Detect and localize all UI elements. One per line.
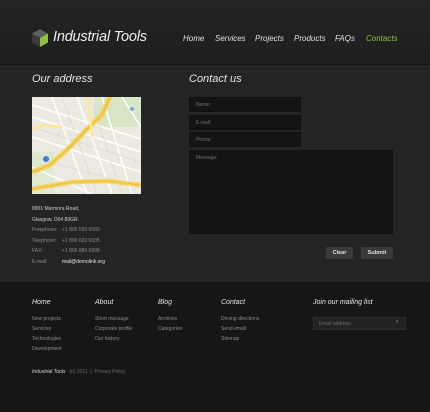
fax-label: FAX: (32, 248, 43, 254)
address-line-2: Glasgow, D04 89GR. (32, 216, 79, 223)
submit-button[interactable]: Submit (361, 247, 393, 259)
contact-title: Contact us (189, 73, 242, 85)
privacy-policy-link[interactable]: Privacy Policy (94, 369, 125, 375)
location-map[interactable] (32, 97, 141, 194)
footer-link[interactable]: Development (32, 344, 61, 354)
footer-link[interactable]: Categories (158, 324, 182, 334)
copyright: Industrial Tools (c) 2011 | Privacy Poli… (32, 369, 126, 375)
telephone-label: Telephone: (32, 237, 57, 244)
map-graphic (32, 97, 141, 194)
email-input[interactable]: E-mail: (189, 115, 301, 130)
nav-products[interactable]: Products (294, 34, 326, 43)
nav-contacts[interactable]: Contacts (366, 34, 398, 43)
address-title: Our address (32, 73, 93, 85)
phone-input[interactable]: Phone: (189, 132, 301, 147)
footer-link[interactable]: Archives (158, 314, 182, 324)
logo-text[interactable]: Industrial Tools (53, 29, 147, 45)
footer-link[interactable]: Send email (221, 324, 259, 334)
footer-col-title: About (95, 299, 114, 306)
footer-link[interactable]: New projects (32, 314, 61, 324)
cube-logo-icon[interactable] (32, 29, 48, 47)
freephone-value: +1 800 559 6580 (62, 227, 100, 233)
address-block: 8901 Marmora Road, Glasgow, D04 89GR. Fr… (32, 204, 152, 267)
nav-faqs[interactable]: FAQs (335, 34, 355, 43)
email-link[interactable]: mail@demolink.org (62, 259, 105, 265)
footer-col-about: About Short message Corporate profile Ou… (95, 299, 132, 344)
footer-link[interactable]: Driving directions (221, 314, 259, 324)
footer-col-home: Home New projects Services Technologies … (32, 299, 61, 354)
footer-link[interactable]: Our history (95, 334, 132, 344)
footer-brand: Industrial Tools (32, 369, 66, 375)
newsletter-title: Join our mailing list (313, 299, 373, 306)
newsletter-submit-arrow-icon[interactable]: › (396, 319, 398, 325)
footer-col-contact: Contact Driving directions Send email Si… (221, 299, 259, 344)
footer-link[interactable]: Services (32, 324, 61, 334)
telephone-value: +1 800 603 6035 (62, 237, 100, 244)
footer-col-blog: Blog Archives Categories (158, 299, 182, 334)
footer-link[interactable]: Corporate profile (95, 324, 132, 334)
footer-link[interactable]: Short message (95, 314, 132, 324)
fax-value: +1 800 889 9898 (62, 248, 100, 254)
address-line-1: 8901 Marmora Road, (32, 206, 80, 212)
header: Industrial Tools Home Services Projects … (0, 0, 430, 64)
nav-projects[interactable]: Projects (255, 34, 284, 43)
footer-link[interactable]: Technologies (32, 334, 61, 344)
email-label: E-mail: (32, 258, 48, 265)
footer-link[interactable]: Sitemap (221, 334, 259, 344)
name-input[interactable]: Name: (189, 97, 301, 112)
message-textarea[interactable]: Message: (189, 150, 393, 234)
footer-col-title: Contact (221, 299, 246, 306)
newsletter-email-input[interactable]: Email address (313, 317, 406, 330)
copyright-text: (c) 2011 (69, 369, 88, 375)
nav-services[interactable]: Services (215, 34, 246, 43)
nav-home[interactable]: Home (183, 34, 204, 43)
freephone-label: Freephone: (32, 227, 58, 233)
footer-col-title: Blog (158, 299, 173, 306)
clear-button[interactable]: Clear (326, 247, 353, 259)
footer-col-title: Home (32, 299, 51, 306)
